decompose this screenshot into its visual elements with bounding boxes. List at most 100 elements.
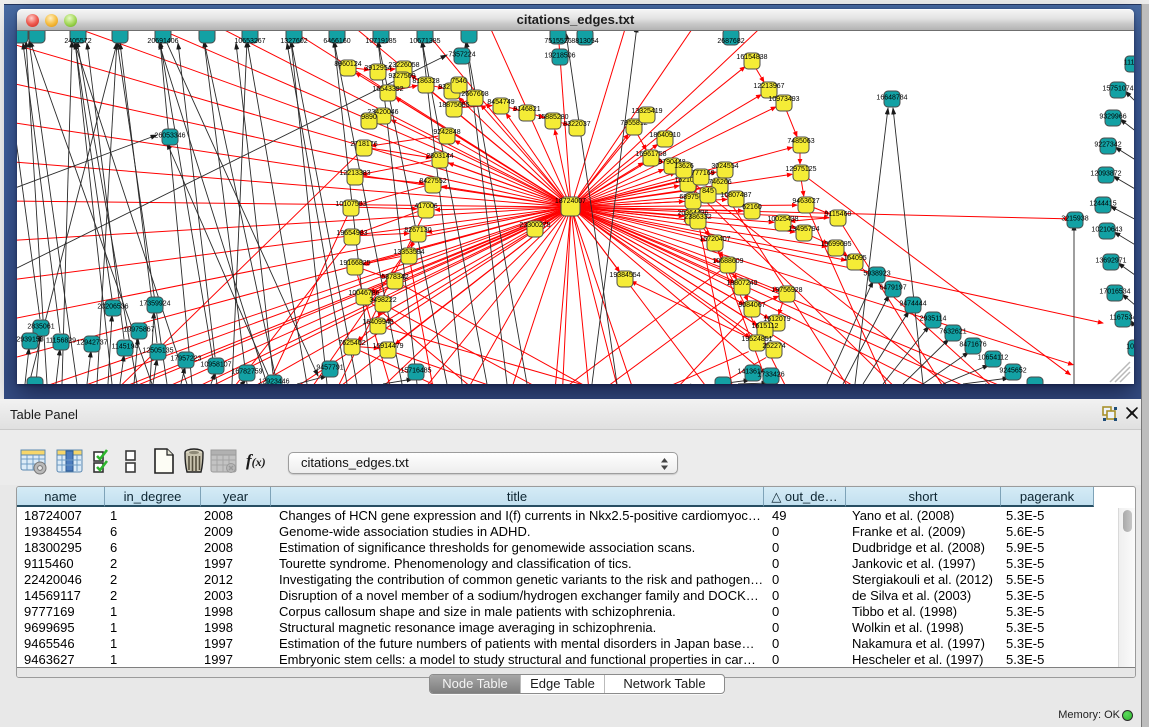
svg-text:18875685: 18875685 <box>438 102 469 109</box>
svg-text:12213967: 12213967 <box>753 83 784 90</box>
svg-text:3498222: 3498222 <box>369 297 396 304</box>
svg-text:7515526: 7515526 <box>544 38 571 45</box>
svg-text:7625402: 7625402 <box>338 340 365 347</box>
svg-text:9463627: 9463627 <box>792 198 819 205</box>
svg-text:17016534: 17016534 <box>1099 289 1130 296</box>
svg-text:5878342: 5878342 <box>381 274 408 281</box>
svg-text:1167534: 1167534 <box>1110 315 1134 322</box>
svg-text:13495794: 13495794 <box>788 226 819 233</box>
svg-text:10671385: 10671385 <box>409 38 440 45</box>
svg-text:10973493: 10973493 <box>768 96 799 103</box>
svg-text:6466160: 6466160 <box>323 38 350 45</box>
svg-text:7485063: 7485063 <box>787 138 814 145</box>
svg-text:2835061: 2835061 <box>27 324 54 331</box>
svg-text:10958107: 10958107 <box>200 362 231 369</box>
svg-text:19524851: 19524851 <box>741 336 772 343</box>
svg-text:252274: 252274 <box>762 343 785 350</box>
svg-text:2667608: 2667608 <box>461 91 488 98</box>
svg-text:12213383: 12213383 <box>339 170 370 177</box>
svg-text:2718176: 2718176 <box>350 141 377 148</box>
svg-text:1327602: 1327602 <box>280 38 307 45</box>
svg-text:1733426: 1733426 <box>757 372 784 379</box>
svg-text:10025438: 10025438 <box>767 216 798 223</box>
svg-text:2687682: 2687682 <box>717 38 744 45</box>
svg-text:8454749: 8454749 <box>487 99 514 106</box>
svg-text:9457791: 9457791 <box>316 365 343 372</box>
svg-text:10654112: 10654112 <box>978 355 1009 362</box>
svg-text:19975867: 19975867 <box>123 327 154 334</box>
svg-text:3215938: 3215938 <box>1061 216 1088 223</box>
svg-text:26053346: 26053346 <box>154 133 185 140</box>
svg-text:10699695: 10699695 <box>820 241 851 248</box>
svg-text:23226058: 23226058 <box>388 62 419 69</box>
svg-text:15720407: 15720407 <box>699 236 730 243</box>
svg-text:1615112: 1615112 <box>752 323 779 330</box>
svg-text:13626: 13626 <box>674 163 694 170</box>
svg-text:10046786: 10046786 <box>348 290 379 297</box>
svg-text:13692971: 13692971 <box>1095 258 1126 265</box>
svg-text:18807249: 18807249 <box>726 280 757 287</box>
svg-text:2935114: 2935114 <box>920 316 947 323</box>
svg-text:16914479: 16914479 <box>372 343 403 350</box>
svg-text:9329966: 9329966 <box>1099 114 1126 121</box>
svg-text:2386332: 2386332 <box>684 214 711 221</box>
svg-text:62160: 62160 <box>742 204 762 211</box>
svg-text:7632621: 7632621 <box>939 329 966 336</box>
svg-text:5938923: 5938923 <box>863 271 890 278</box>
svg-text:10653267: 10653267 <box>234 38 265 45</box>
svg-text:8267130: 8267130 <box>404 227 431 234</box>
svg-text:10719185: 10719185 <box>365 38 396 45</box>
svg-text:8322037: 8322037 <box>563 121 590 128</box>
svg-text:1244415: 1244415 <box>1089 201 1116 208</box>
svg-text:6479197: 6479197 <box>879 285 906 292</box>
svg-text:19756928: 19756928 <box>771 287 802 294</box>
svg-text:7546: 7546 <box>451 78 467 85</box>
svg-text:746266: 746266 <box>708 179 731 186</box>
svg-text:10753: 10753 <box>1126 344 1134 351</box>
svg-text:11156829: 11156829 <box>46 338 76 345</box>
svg-text:19384554: 19384554 <box>609 272 640 279</box>
svg-text:15751074: 15751074 <box>1102 86 1133 93</box>
svg-text:20691406: 20691406 <box>147 38 178 45</box>
svg-text:13353594: 13353594 <box>393 249 424 256</box>
svg-text:10688609: 10688609 <box>712 258 743 265</box>
svg-text:8186328: 8186328 <box>412 78 439 85</box>
svg-text:19166825: 19166825 <box>339 260 370 267</box>
svg-text:2939153: 2939153 <box>17 337 44 344</box>
svg-text:7357224: 7357224 <box>448 52 475 59</box>
svg-text:11172: 11172 <box>1124 60 1134 67</box>
svg-text:12505135: 12505135 <box>142 348 173 355</box>
svg-text:18640910: 18640910 <box>649 132 680 139</box>
svg-text:16782759: 16782759 <box>231 369 262 376</box>
svg-text:9084067: 9084067 <box>738 302 765 309</box>
svg-text:9227342: 9227342 <box>1094 142 1121 149</box>
svg-text:12975125: 12975125 <box>785 166 816 173</box>
svg-text:9115460: 9115460 <box>825 211 852 218</box>
svg-text:2405572: 2405572 <box>64 38 91 45</box>
svg-text:19218506: 19218506 <box>544 53 575 60</box>
svg-text:10807487: 10807487 <box>720 192 751 199</box>
svg-text:8471676: 8471676 <box>959 342 986 349</box>
svg-text:8427552: 8427552 <box>419 178 446 185</box>
svg-text:13325419: 13325419 <box>631 108 662 115</box>
svg-text:20206536: 20206536 <box>97 304 128 311</box>
svg-text:23300275: 23300275 <box>519 222 550 229</box>
svg-text:2803144: 2803144 <box>426 153 453 160</box>
svg-text:9245652: 9245652 <box>999 368 1026 375</box>
svg-text:10210643: 10210643 <box>1091 227 1122 234</box>
svg-text:15885280: 15885280 <box>537 114 568 121</box>
svg-text:8960124: 8960124 <box>334 61 361 68</box>
svg-text:9474444: 9474444 <box>899 301 926 308</box>
svg-text:18724007: 18724007 <box>555 198 586 205</box>
svg-text:16409948: 16409948 <box>362 319 393 326</box>
svg-text:845: 845 <box>702 188 714 195</box>
svg-text:12093872: 12093872 <box>1090 171 1121 178</box>
svg-text:1145194: 1145194 <box>112 344 139 351</box>
svg-text:10107553: 10107553 <box>335 201 366 208</box>
svg-text:12942737: 12942737 <box>76 340 107 347</box>
svg-text:12923446: 12923446 <box>258 379 289 385</box>
svg-text:9242848: 9242848 <box>433 129 460 136</box>
svg-text:417006: 417006 <box>414 203 437 210</box>
svg-text:15716485: 15716485 <box>400 368 431 375</box>
svg-text:16543392: 16543392 <box>372 86 403 93</box>
